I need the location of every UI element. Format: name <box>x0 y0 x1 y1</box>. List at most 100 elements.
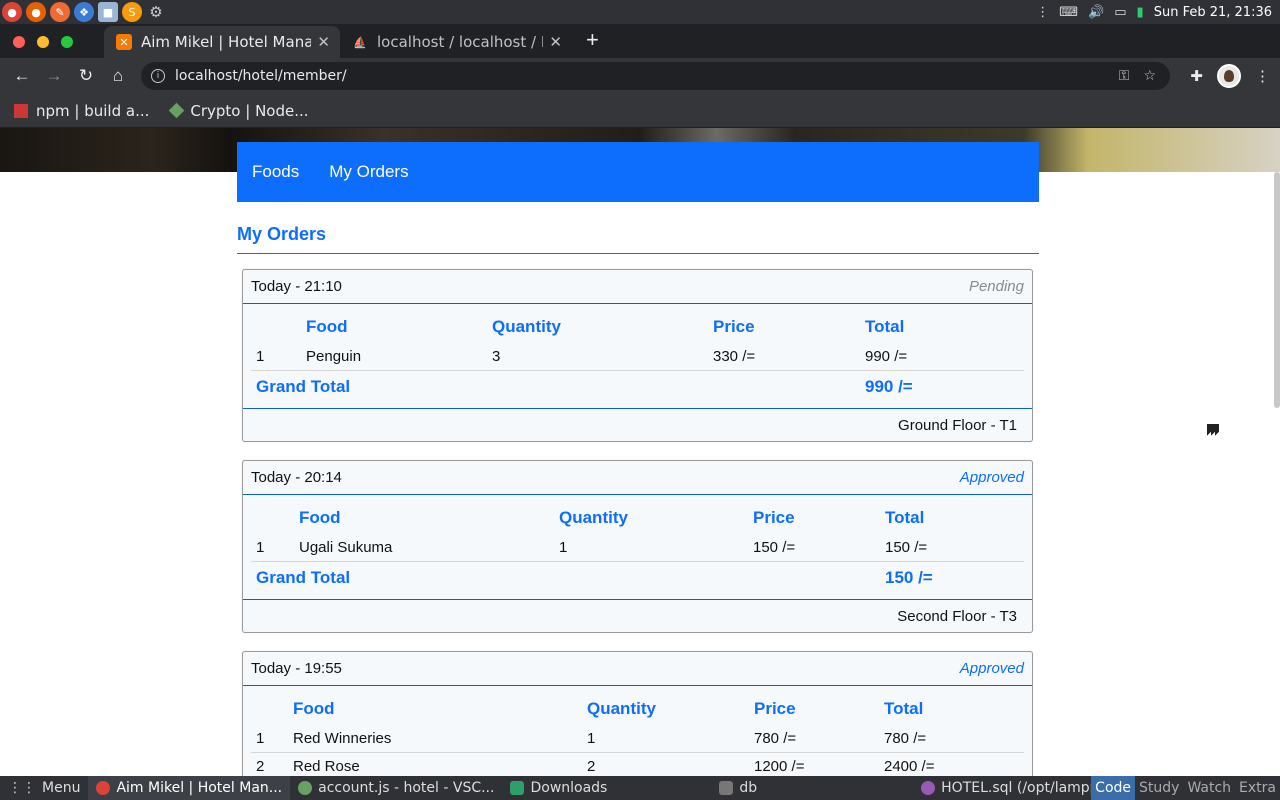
task-db[interactable]: db <box>711 776 765 800</box>
column-price: Price <box>753 508 795 527</box>
workspace-extra[interactable]: Extra <box>1235 776 1280 800</box>
bookmark-npm[interactable]: npm | build a... <box>14 102 149 120</box>
order-status: Pending <box>968 278 1024 295</box>
order-body: Food Quantity Price Total 1 Red Winnerie… <box>243 686 1032 776</box>
start-menu-button[interactable]: ⋮⋮ Menu <box>0 776 88 800</box>
order-items-table: Food Quantity Price Total 1 Penguin 3 33… <box>251 314 1024 402</box>
tab-phpmyadmin[interactable]: ⛵ localhost / localhost / HOTEL ✕ <box>340 26 572 58</box>
item-total: 2400 /= <box>879 752 1024 776</box>
task-hotel-sql[interactable]: HOTEL.sql (/opt/lampp... <box>913 776 1120 800</box>
volume-icon[interactable]: 🔊 <box>1088 5 1104 20</box>
settings-gear-icon[interactable]: ⚙ <box>146 2 166 22</box>
item-food: Red Winneries <box>288 725 582 753</box>
browser-menu-icon[interactable]: ⋮ <box>1255 67 1270 85</box>
home-icon[interactable]: ⌂ <box>102 66 134 86</box>
task-downloads[interactable]: Downloads <box>502 776 615 800</box>
profile-avatar[interactable] <box>1217 64 1241 88</box>
column-food: Food <box>293 699 335 718</box>
os-top-bar: ● ● ✎ ❖ ■ S ⚙ ⋮ ⌨ 🔊 ▭ ▮ Sun Feb 21, 21:3… <box>0 0 1280 24</box>
vscode-icon[interactable]: ❖ <box>74 2 94 22</box>
table-row: 1 Ugali Sukuma 1 150 /= 150 /= <box>251 534 1024 562</box>
workspace-code[interactable]: Code <box>1091 776 1136 800</box>
column-total: Total <box>885 508 925 527</box>
extensions-puzzle-icon[interactable]: ✚ <box>1190 67 1203 85</box>
item-price: 1200 /= <box>749 752 879 776</box>
close-tab-icon[interactable]: ✕ <box>317 33 330 51</box>
item-price: 330 /= <box>708 343 860 371</box>
maximize-window-icon[interactable] <box>61 36 73 48</box>
order-location: Ground Floor - T1 <box>243 408 1032 441</box>
workspace-watch[interactable]: Watch <box>1183 776 1235 800</box>
compass-icon[interactable]: ✎ <box>50 2 70 22</box>
battery-icon[interactable]: ▮ <box>1137 5 1144 20</box>
nodejs-file-icon <box>298 781 313 795</box>
table-header-row: Food Quantity Price Total <box>251 696 1024 725</box>
bookmark-crypto[interactable]: Crypto | Node... <box>169 101 309 120</box>
npm-icon <box>14 103 28 118</box>
downloads-folder-icon <box>510 781 525 795</box>
tab-title: Aim Mikel | Hotel Management <box>141 33 312 51</box>
order-body: Food Quantity Price Total 1 Penguin 3 33… <box>243 304 1032 408</box>
forward-arrow-icon[interactable]: → <box>38 66 70 86</box>
order-location: Second Floor - T3 <box>243 599 1032 632</box>
order-time: Today - 19:55 <box>251 660 342 677</box>
address-bar[interactable]: i localhost/hotel/member/ ⚿ ☆ <box>141 62 1170 90</box>
item-total: 990 /= <box>860 343 1024 371</box>
firefox-icon[interactable]: ● <box>26 2 46 22</box>
bookmark-star-icon[interactable]: ☆ <box>1143 68 1156 84</box>
item-number: 1 <box>251 343 301 371</box>
workspace-study[interactable]: Study <box>1135 776 1183 800</box>
order-time: Today - 21:10 <box>251 278 342 295</box>
order-card: Today - 21:10 Pending Food Quantity Pric… <box>242 269 1033 442</box>
network-icon[interactable]: ▭ <box>1114 5 1126 20</box>
close-window-icon[interactable] <box>13 36 25 48</box>
table-header-row: Food Quantity Price Total <box>251 314 1024 343</box>
task-label: db <box>739 780 758 796</box>
virtualbox-icon[interactable]: ■ <box>98 2 118 22</box>
close-tab-icon[interactable]: ✕ <box>549 33 562 51</box>
task-chrome[interactable]: Aim Mikel | Hotel Man... <box>88 776 291 800</box>
os-taskbar: ⋮⋮ Menu Aim Mikel | Hotel Man... account… <box>0 776 1280 800</box>
url-text[interactable]: localhost/hotel/member/ <box>175 68 1119 84</box>
reload-icon[interactable]: ↻ <box>70 66 102 86</box>
system-clock[interactable]: Sun Feb 21, 21:36 <box>1154 5 1272 20</box>
site-info-icon[interactable]: i <box>151 69 165 83</box>
item-number: 2 <box>251 752 288 776</box>
tab-hotel-management[interactable]: ✕ Aim Mikel | Hotel Management ✕ <box>104 26 340 58</box>
order-items-table: Food Quantity Price Total 1 Red Winnerie… <box>251 696 1024 776</box>
item-food: Penguin <box>301 343 487 371</box>
page-scrollbar[interactable] <box>1274 172 1280 408</box>
column-quantity: Quantity <box>492 317 561 336</box>
xampp-favicon-icon: ✕ <box>116 34 132 50</box>
new-tab-button[interactable]: + <box>572 27 599 58</box>
item-price: 150 /= <box>748 534 880 562</box>
item-total: 150 /= <box>880 534 1024 562</box>
toolbar-actions: ✚ ⋮ <box>1190 64 1270 88</box>
app-launcher: ● ● ✎ ❖ ■ S ⚙ <box>0 2 166 22</box>
bookmark-label: Crypto | Node... <box>190 101 309 120</box>
order-status: Approved <box>959 660 1024 677</box>
keyboard-icon[interactable]: ⌨ <box>1059 5 1078 20</box>
tab-title: localhost / localhost / HOTEL <box>377 33 543 51</box>
chrome-icon[interactable]: ● <box>2 2 22 22</box>
mouse-cursor-icon <box>1207 424 1219 444</box>
task-vscode[interactable]: account.js - hotel - VSC... <box>290 776 502 800</box>
phpmyadmin-favicon-icon: ⛵ <box>353 35 367 49</box>
back-arrow-icon[interactable]: ← <box>6 66 38 86</box>
column-food: Food <box>306 317 348 336</box>
order-card: Today - 19:55 Approved Food Quantity Pri… <box>242 651 1033 776</box>
minimize-window-icon[interactable] <box>37 36 49 48</box>
column-price: Price <box>713 317 755 336</box>
column-total: Total <box>884 699 924 718</box>
order-time: Today - 20:14 <box>251 469 342 486</box>
sublime-icon[interactable]: S <box>122 2 142 22</box>
nav-foods-link[interactable]: Foods <box>252 162 299 182</box>
nav-my-orders-link[interactable]: My Orders <box>329 162 408 182</box>
text-editor-icon <box>921 781 936 795</box>
order-header: Today - 21:10 Pending <box>243 270 1032 304</box>
menu-dots-icon[interactable]: ⋮ <box>1036 5 1049 20</box>
orders-list: Today - 21:10 Pending Food Quantity Pric… <box>242 269 1033 776</box>
key-icon[interactable]: ⚿ <box>1119 68 1130 84</box>
grand-total-row: Grand Total 150 /= <box>251 562 1024 594</box>
site-navbar: Foods My Orders <box>237 142 1039 202</box>
